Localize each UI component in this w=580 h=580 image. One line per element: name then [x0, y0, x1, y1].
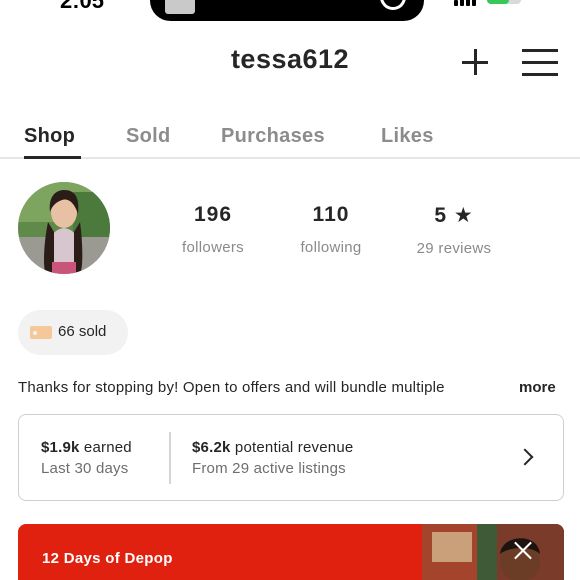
potential-summary: $6.2k potential revenue From 29 active l…	[192, 439, 353, 477]
promo-image	[422, 524, 564, 580]
earnings-card[interactable]: $1.9k earned Last 30 days $6.2k potentia…	[18, 414, 564, 501]
signal-icon	[454, 0, 476, 6]
earned-label: earned	[83, 439, 132, 456]
followers-stat[interactable]: 196 followers	[172, 203, 254, 256]
following-stat[interactable]: 110 following	[290, 203, 372, 256]
earned-summary: $1.9k earned Last 30 days	[41, 439, 132, 477]
followers-count: 196	[193, 203, 233, 226]
potential-amount: $6.2k	[192, 439, 231, 456]
reviews-label: 29 reviews	[416, 240, 492, 257]
dynamic-island	[150, 0, 424, 21]
followers-label: followers	[182, 239, 244, 256]
tab-sold[interactable]: Sold	[126, 125, 171, 148]
tab-likes[interactable]: Likes	[381, 125, 434, 148]
earnings-divider	[169, 432, 171, 484]
following-label: following	[300, 239, 362, 256]
promo-banner[interactable]: 12 Days of Depop	[18, 524, 564, 580]
chevron-right-icon	[516, 448, 534, 466]
reviews-stat[interactable]: 5 ★ 29 reviews	[406, 203, 502, 257]
status-time: 2:05	[60, 0, 105, 13]
profile-tabs: Shop Sold Purchases Likes	[0, 122, 580, 159]
menu-icon[interactable]	[522, 48, 560, 76]
bio-more-link[interactable]: more	[519, 379, 556, 396]
avatar[interactable]	[18, 182, 110, 274]
close-icon[interactable]	[513, 540, 533, 560]
battery-icon	[487, 0, 521, 4]
following-count: 110	[312, 203, 350, 226]
tab-shop[interactable]: Shop	[24, 125, 75, 148]
media-thumbnail	[165, 0, 195, 14]
earned-period: Last 30 days	[41, 460, 129, 477]
earned-amount: $1.9k	[41, 439, 80, 456]
active-tab-indicator	[24, 156, 81, 159]
sold-count-badge[interactable]: 66 sold	[18, 310, 128, 355]
profile-username: tessa612	[230, 44, 350, 74]
rating-value: 5 ★	[434, 204, 474, 227]
activity-ring-icon	[380, 0, 406, 10]
potential-label: potential revenue	[234, 439, 354, 456]
bio-text: Thanks for stopping by! Open to offers a…	[18, 379, 512, 396]
price-tag-icon	[30, 326, 52, 339]
plus-icon[interactable]	[458, 45, 492, 79]
tab-purchases[interactable]: Purchases	[221, 125, 325, 148]
potential-source: From 29 active listings	[192, 460, 346, 477]
sold-count-text: 66 sold	[58, 323, 107, 340]
promo-title: 12 Days of Depop	[42, 550, 173, 567]
